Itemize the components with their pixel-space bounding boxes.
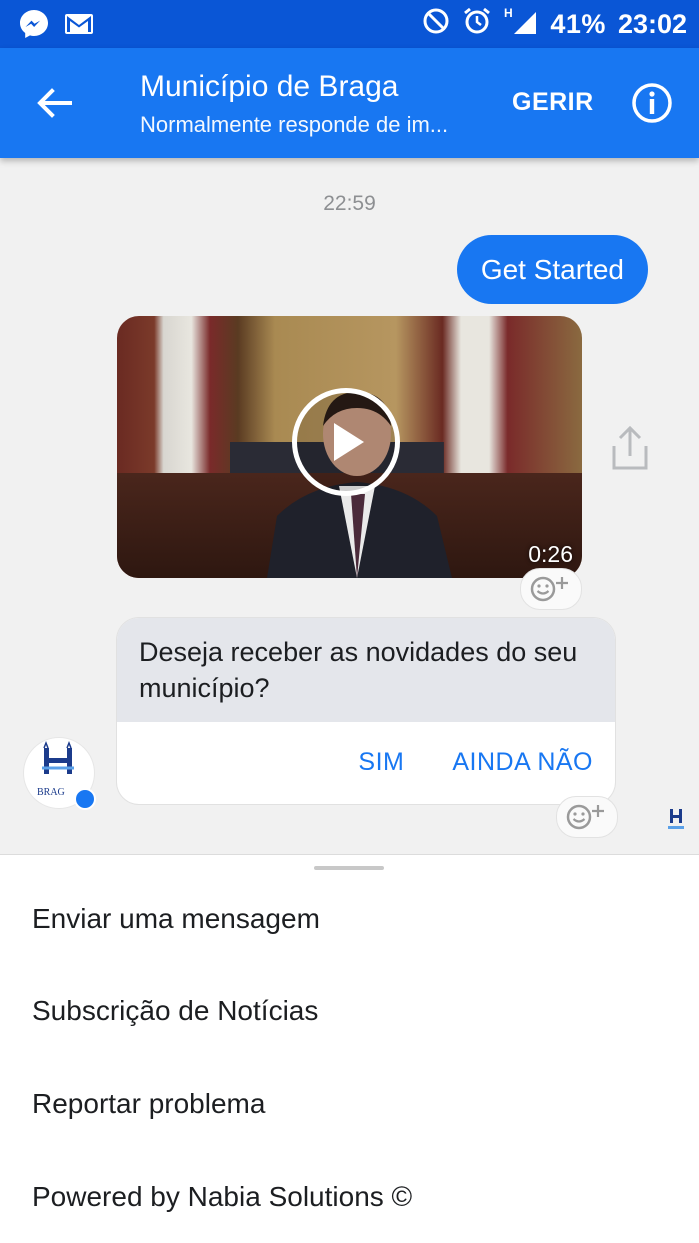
menu-item-news-subscription[interactable]: Subscrição de Notícias bbox=[32, 995, 318, 1027]
share-icon bbox=[612, 425, 648, 470]
avatar-caption: BRAG bbox=[37, 787, 65, 798]
drag-handle[interactable] bbox=[314, 866, 384, 870]
page-avatar[interactable]: BRAG bbox=[24, 738, 96, 810]
add-reaction-button[interactable] bbox=[556, 796, 618, 838]
back-button[interactable] bbox=[30, 83, 78, 123]
play-button[interactable] bbox=[292, 388, 400, 496]
braga-logo-icon bbox=[42, 740, 74, 774]
clock: 23:02 bbox=[617, 8, 687, 39]
arrow-left-icon bbox=[37, 88, 72, 118]
read-receipt-icon bbox=[668, 809, 684, 829]
menu-item-send-message[interactable]: Enviar uma mensagem bbox=[32, 903, 320, 935]
quick-reply-sim[interactable]: SIM bbox=[358, 748, 404, 777]
menu-item-powered-by[interactable]: Powered by Nabia Solutions © bbox=[32, 1181, 412, 1213]
info-icon bbox=[632, 83, 672, 123]
response-time-subtitle: Normalmente responde de im... bbox=[140, 112, 449, 137]
video-message[interactable]: 0:26 bbox=[117, 316, 582, 578]
smiley-plus-icon bbox=[566, 804, 604, 830]
quick-reply-card: Deseja receber as novidades do seu munic… bbox=[117, 618, 615, 804]
video-duration: 0:26 bbox=[528, 541, 573, 567]
messenger-icon bbox=[18, 8, 50, 45]
persistent-menu: Enviar uma mensagem Subscrição de Notíci… bbox=[0, 854, 699, 1243]
chat-thread[interactable]: 22:59 Get Started 0:26 Deseja receber as… bbox=[0, 158, 699, 854]
incoming-message-text: Deseja receber as novidades do seu munic… bbox=[117, 618, 615, 722]
quick-reply-ainda-nao[interactable]: AINDA NÃO bbox=[452, 748, 593, 777]
conversation-header: Município de Braga Normalmente responde … bbox=[0, 48, 699, 158]
menu-item-report-problem[interactable]: Reportar problema bbox=[32, 1088, 265, 1120]
battery-level: 41% bbox=[550, 8, 606, 39]
page-title[interactable]: Município de Braga bbox=[140, 70, 399, 104]
outgoing-message-bubble[interactable]: Get Started bbox=[456, 235, 648, 304]
add-reaction-button[interactable] bbox=[520, 568, 582, 610]
message-timestamp: 22:59 bbox=[323, 192, 376, 215]
messenger-badge-icon bbox=[74, 788, 96, 810]
alarm-icon bbox=[462, 6, 492, 43]
gmail-icon bbox=[64, 12, 94, 41]
share-button[interactable] bbox=[608, 424, 652, 472]
do-not-disturb-icon bbox=[422, 7, 450, 42]
manage-button[interactable]: GERIR bbox=[512, 88, 594, 117]
smiley-plus-icon bbox=[530, 576, 568, 602]
signal-h-icon: H bbox=[504, 6, 538, 43]
status-bar: H 41% 23:02 bbox=[0, 0, 699, 48]
info-button[interactable] bbox=[630, 81, 674, 125]
svg-text:H: H bbox=[504, 6, 513, 20]
play-icon bbox=[334, 423, 364, 461]
